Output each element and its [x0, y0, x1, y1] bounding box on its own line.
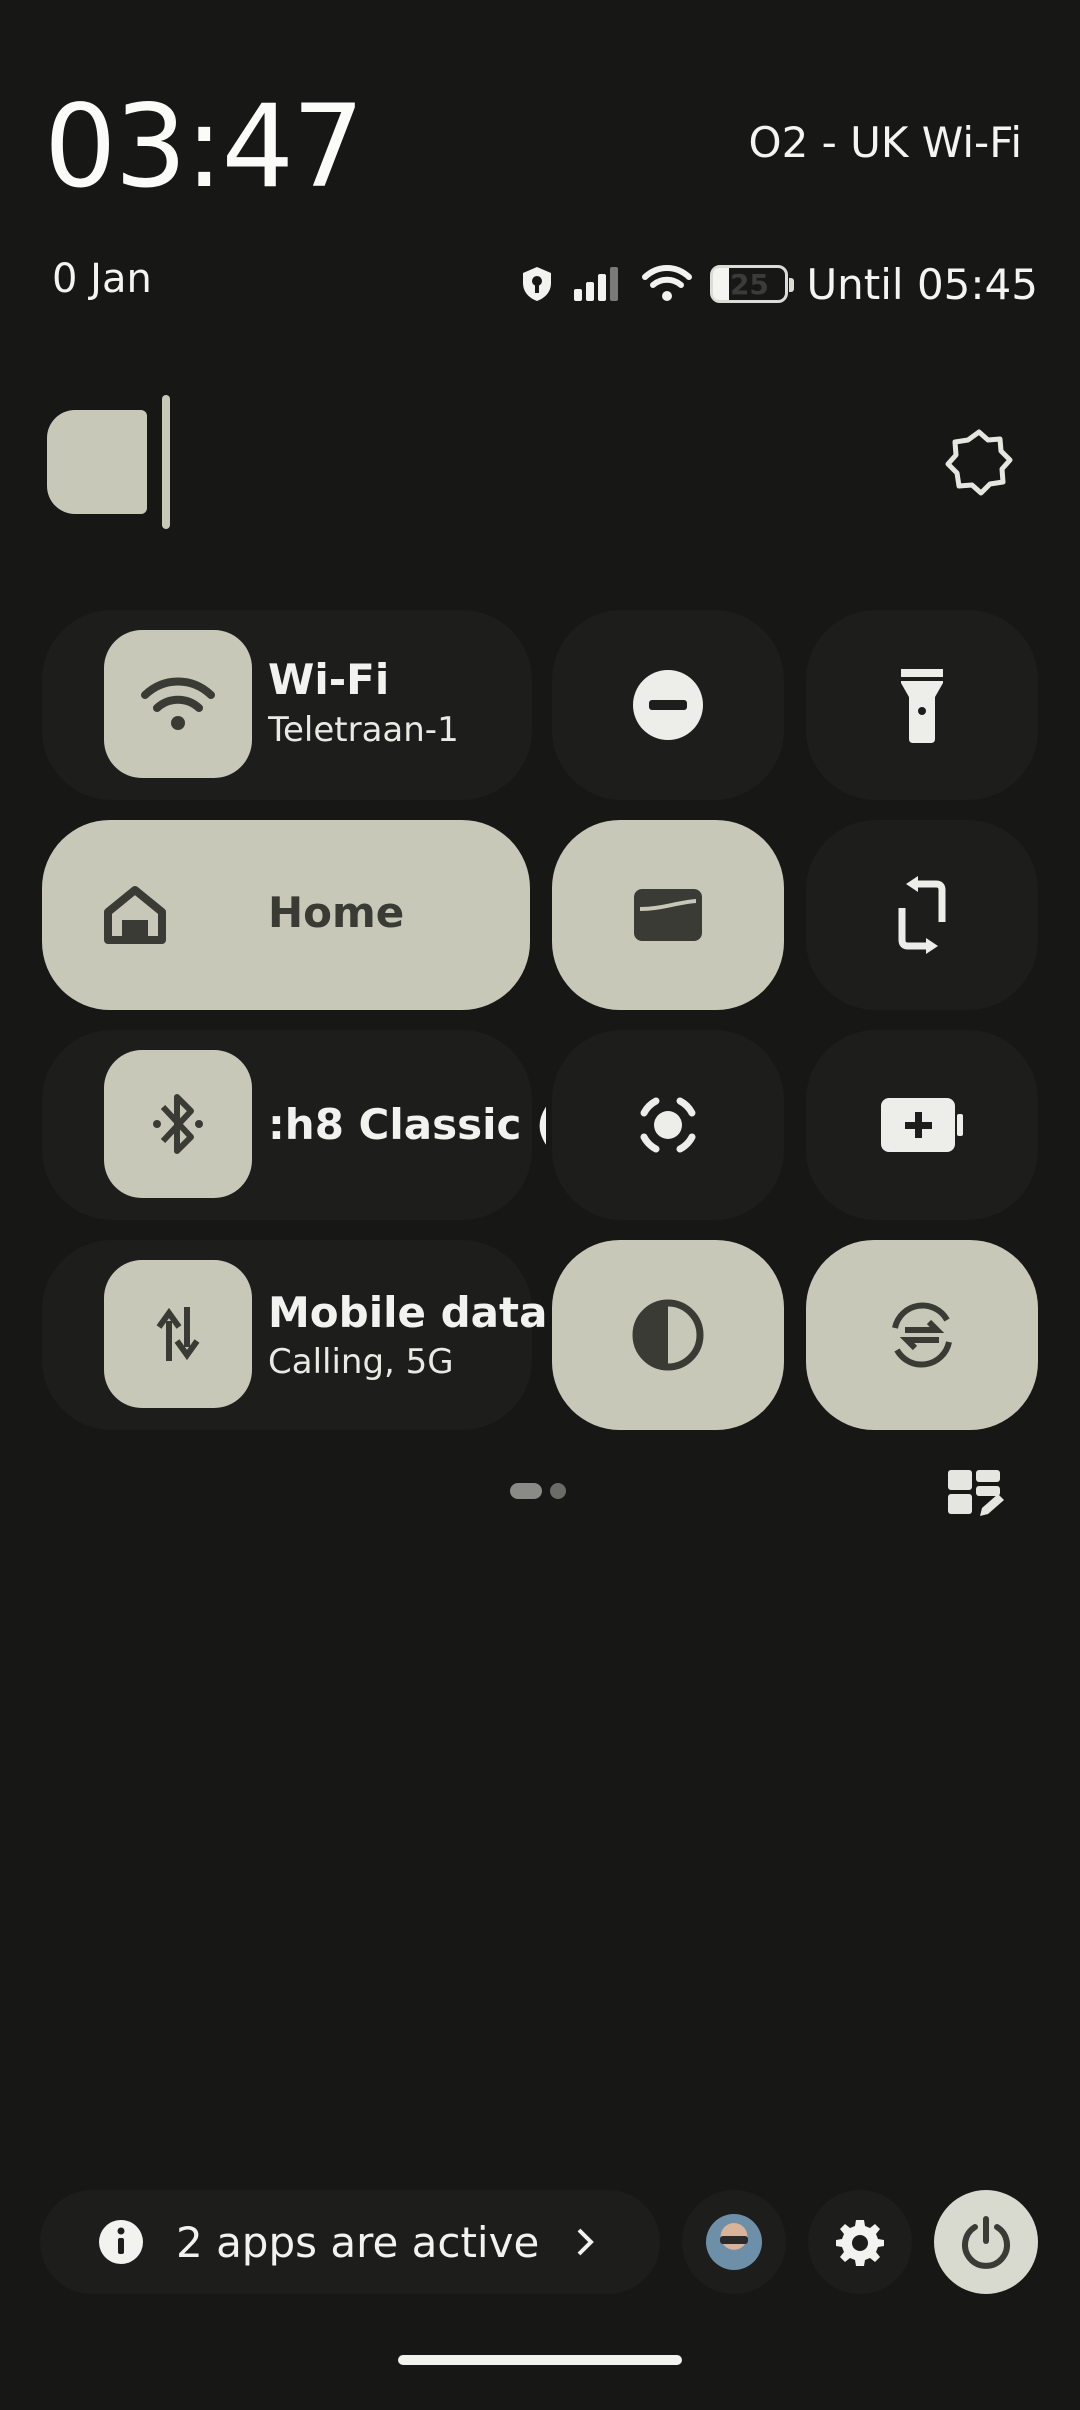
- vpn-key-icon: [520, 265, 554, 303]
- active-apps-label: 2 apps are active: [176, 2217, 540, 2267]
- brightness-slider-fill[interactable]: [47, 410, 147, 514]
- signal-icon: [572, 265, 624, 303]
- battery-icon: 25: [710, 265, 795, 303]
- power-icon: [962, 2216, 1010, 2269]
- data-saver-tile[interactable]: [806, 1240, 1038, 1430]
- auto-rotate-tile[interactable]: [806, 820, 1038, 1010]
- wifi-icon: [141, 677, 215, 730]
- mobile-data-icon: [156, 1307, 200, 1361]
- screen-record-tile[interactable]: [552, 1030, 784, 1220]
- clock[interactable]: 03:47: [44, 80, 365, 213]
- edit-tiles-icon[interactable]: [946, 1468, 1006, 1524]
- date[interactable]: 0 Jan: [52, 256, 152, 302]
- mobile-data-tile-icon-box[interactable]: [104, 1260, 252, 1408]
- wifi-network-name: Teletraan-1: [268, 710, 459, 750]
- wallet-icon: [634, 889, 702, 941]
- battery-level: 25: [729, 267, 769, 301]
- brightness-slider-handle[interactable]: [162, 395, 170, 529]
- chevron-right-icon: [577, 2228, 595, 2256]
- wifi-tile-icon-box[interactable]: [104, 630, 252, 778]
- screen-record-icon: [640, 1097, 696, 1153]
- active-apps-button[interactable]: 2 apps are active: [40, 2190, 660, 2294]
- battery-estimate: Until 05:45: [806, 259, 1038, 309]
- do-not-disturb-tile[interactable]: [552, 610, 784, 800]
- gesture-navigation-bar[interactable]: [398, 2355, 682, 2365]
- status-icons: 25 Until 05:45: [520, 256, 1038, 312]
- mobile-data-tile-label: Mobile data: [268, 1288, 548, 1337]
- carrier-name: O2 - UK Wi-Fi: [748, 118, 1022, 167]
- settings-button[interactable]: [808, 2190, 912, 2294]
- page-dot-active: [510, 1483, 542, 1499]
- mobile-data-subtitle: Calling, 5G: [268, 1342, 454, 1382]
- page-dot: [550, 1483, 566, 1499]
- auto-brightness-icon[interactable]: [944, 428, 1014, 502]
- wifi-tile-label: Wi-Fi: [268, 655, 390, 704]
- wifi-tile[interactable]: Wi-Fi Teletraan-1: [42, 610, 532, 800]
- bluetooth-tile[interactable]: :h8 Classic (B: [42, 1030, 546, 1220]
- user-switcher-button[interactable]: [682, 2190, 786, 2294]
- wifi-icon: [642, 265, 693, 303]
- gear-icon: [836, 2220, 884, 2266]
- flashlight-tile[interactable]: [806, 610, 1038, 800]
- bluetooth-tile-icon-box[interactable]: [104, 1050, 252, 1198]
- avatar: [706, 2214, 762, 2270]
- data-saver-icon: [892, 1302, 952, 1368]
- home-tile-label: Home: [268, 888, 405, 937]
- bluetooth-icon: [153, 1094, 203, 1154]
- dark-theme-tile[interactable]: [552, 1240, 784, 1430]
- wallet-tile[interactable]: [552, 820, 784, 1010]
- bluetooth-device-name: :h8 Classic (B: [268, 1100, 546, 1149]
- do-not-disturb-icon: [633, 670, 703, 740]
- flashlight-icon: [901, 669, 943, 743]
- power-button[interactable]: [934, 2190, 1038, 2294]
- battery-saver-tile[interactable]: [806, 1030, 1038, 1220]
- page-indicator: [510, 1483, 566, 1499]
- home-tile[interactable]: Home: [42, 820, 530, 1010]
- auto-rotate-icon: [898, 876, 946, 954]
- dark-theme-icon: [632, 1299, 704, 1371]
- battery-saver-icon: [881, 1098, 963, 1152]
- mobile-data-tile[interactable]: Mobile data Calling, 5G: [42, 1240, 547, 1430]
- info-icon: [99, 2220, 143, 2264]
- home-icon: [104, 886, 166, 944]
